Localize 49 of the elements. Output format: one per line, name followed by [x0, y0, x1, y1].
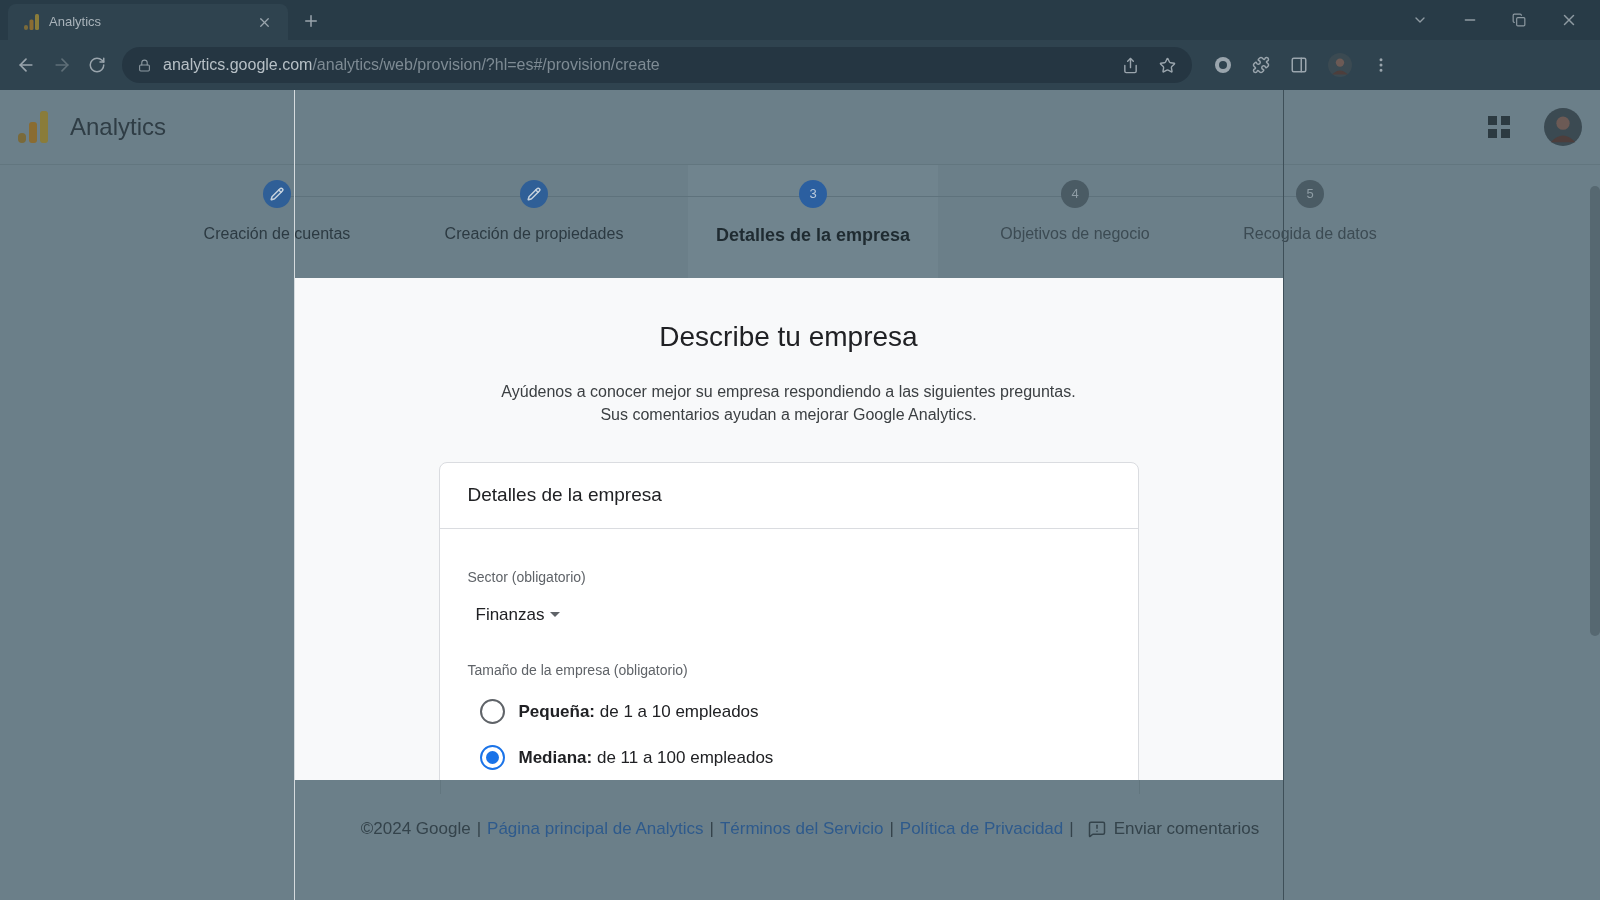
step-label: Creación de propiedades	[444, 224, 624, 244]
card-title: Detalles de la empresa	[467, 483, 662, 508]
radio-button[interactable]	[479, 699, 505, 724]
field-label: Sector (obligatorio)	[467, 568, 587, 587]
browser-tab[interactable]: Analytics	[8, 4, 288, 40]
tab-title: Analytics	[49, 13, 103, 32]
extension-icon[interactable]	[1214, 56, 1232, 74]
puzzle-icon[interactable]	[1252, 56, 1270, 74]
separator-text: |	[476, 818, 482, 840]
size-option-label: Pequeña: de 1 a 10 empleados	[518, 700, 759, 723]
separator-text: |	[889, 818, 894, 840]
caret-icon	[550, 612, 561, 618]
reload-icon[interactable]	[88, 56, 106, 74]
step-marker: 4	[1061, 180, 1089, 208]
analytics-logo-icon	[24, 14, 39, 30]
radio-button[interactable]	[479, 745, 505, 770]
apps-grid-icon[interactable]	[1488, 116, 1510, 138]
scrollbar[interactable]	[1590, 186, 1600, 636]
intro-text: Sus comentarios ayudan a mejorar Google Analytics.	[600, 405, 977, 425]
intro-text: Ayúdenos a conocer mejor su empresa respondiendo a las siguientes preguntas.	[501, 382, 1076, 402]
separator-text: |	[709, 818, 714, 840]
url-text: analytics.google.com/analytics/web/provision/?hl=es#/provision/create	[163, 55, 660, 75]
restore-icon[interactable]	[1512, 13, 1526, 27]
step-marker: 3	[799, 180, 827, 208]
footer-link[interactable]: Política de Privacidad	[899, 816, 1064, 842]
new-tab-icon[interactable]	[302, 12, 320, 30]
footer-link[interactable]: Página principal de Analytics	[487, 816, 704, 842]
product-name: Analytics	[70, 112, 167, 142]
page-title: Describe tu empresa	[659, 320, 918, 354]
account-avatar[interactable]	[1544, 108, 1582, 146]
lock-icon	[138, 58, 151, 72]
feedback-button[interactable]: Enviar comentarios	[1087, 816, 1260, 842]
address-field[interactable]: analytics.google.com/analytics/web/provision/?hl=es#/provision/create	[122, 47, 1192, 83]
pencil-icon	[527, 187, 541, 201]
analytics-logo-icon	[18, 111, 48, 143]
separator-text: |	[1069, 818, 1074, 840]
step-label: Detalles de la empresa	[715, 224, 911, 247]
bookmark-star-icon[interactable]	[1159, 56, 1176, 74]
size-option-label: Mediana: de 11 a 100 empleados	[518, 746, 774, 769]
field-label: Tamaño de la empresa (obligatorio)	[467, 660, 689, 680]
side-panel-icon[interactable]	[1290, 56, 1308, 74]
copyright-text: ©2024 Google	[360, 818, 471, 840]
sector-dropdown[interactable]: Finanzas	[475, 602, 561, 628]
footer-link[interactable]: Términos del Servicio	[719, 816, 884, 842]
feedback-icon	[1087, 819, 1106, 838]
pencil-icon	[270, 187, 284, 201]
step-marker: 5	[1296, 180, 1324, 208]
step-label: Creación de cuentas	[203, 224, 351, 244]
share-icon[interactable]	[1122, 56, 1139, 74]
